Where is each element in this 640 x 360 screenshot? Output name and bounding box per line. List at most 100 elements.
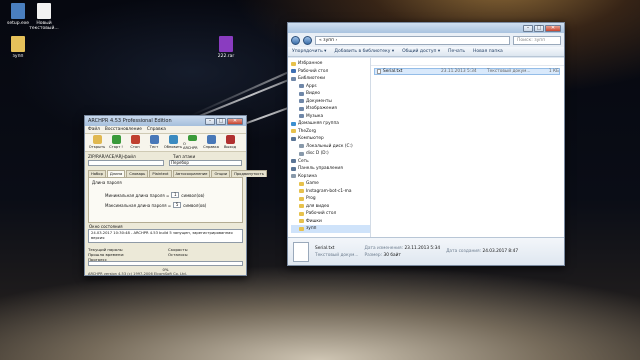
close-button[interactable]: ✕	[545, 24, 561, 32]
nav-item[interactable]: Домашняя группа	[291, 120, 370, 128]
folder-icon	[299, 219, 304, 224]
explorer-command-bar: Упорядочить ▾ Добавить в библиотеку ▾ Об…	[288, 47, 564, 57]
nav-item-label: Apps	[306, 83, 317, 89]
nav-item[interactable]: Корзина	[291, 173, 370, 181]
folder-icon	[291, 76, 296, 81]
folder-icon	[299, 204, 304, 209]
nav-item-label: для видео	[306, 203, 330, 209]
folder-icon	[299, 181, 304, 186]
nav-item[interactable]: Instagram-bot-c1-ma	[291, 188, 370, 196]
explorer-titlebar[interactable]: – □ ✕	[288, 23, 564, 33]
search-input[interactable]: Поиск: зупп	[513, 35, 561, 45]
menu-recovery[interactable]: Восстановление	[105, 127, 142, 132]
toolbar-icon	[149, 135, 159, 144]
nav-item[interactable]: зупп	[291, 225, 370, 233]
add-to-library-menu[interactable]: Добавить в библиотеку ▾	[334, 49, 394, 54]
folder-icon	[299, 144, 304, 149]
details-type: Текстовый докум...	[315, 252, 359, 258]
menu-help[interactable]: Справка	[147, 127, 166, 132]
folder-icon	[299, 196, 304, 201]
file-date: 23.11.2013 5:34	[441, 69, 477, 74]
nav-item[interactable]: Рабочий стол	[291, 68, 370, 76]
file-row[interactable]: Serial.txt 23.11.2013 5:34 Текстовый док…	[374, 68, 560, 75]
toolbar-button-label: Старт !	[109, 145, 123, 149]
toolbar-button[interactable]: Стоп	[126, 135, 144, 150]
nav-item[interactable]: TheZorg	[291, 128, 370, 136]
text-file-icon	[293, 241, 309, 262]
toolbar-button[interactable]: Справка	[202, 135, 220, 150]
toolbar-button[interactable]: Открыть	[88, 135, 106, 150]
nav-item[interactable]: disc D (D:)	[291, 150, 370, 158]
toolbar-button-label: Открыть	[88, 145, 106, 149]
close-button[interactable]: ✕	[227, 117, 243, 125]
toolbar-button[interactable]: Выход	[221, 135, 239, 150]
toolbar-button[interactable]: О ARCHPR	[183, 135, 201, 150]
maximize-button[interactable]: □	[534, 24, 544, 32]
nav-item[interactable]: Изображения	[291, 105, 370, 113]
minimize-button[interactable]: –	[523, 24, 533, 32]
new-folder-button[interactable]: Новая папка	[473, 49, 503, 54]
text-file-icon	[37, 3, 51, 19]
forward-arrow-icon[interactable]	[303, 35, 312, 45]
nav-item[interactable]: Apps	[291, 83, 370, 91]
maximize-button[interactable]: □	[216, 117, 226, 125]
desktop-icon-label: зупп	[12, 54, 24, 59]
desktop-icon-folder[interactable]: зупп	[1, 36, 35, 59]
nav-item-label: зупп	[306, 226, 317, 231]
address-bar[interactable]: « зупп ›	[315, 35, 510, 45]
folder-icon	[291, 136, 296, 141]
folder-icon	[299, 84, 304, 89]
desktop-icon-label: Новый текстовый...	[29, 21, 59, 31]
nav-item[interactable]: для видео	[291, 203, 370, 211]
nav-item-label: Музыка	[306, 113, 324, 119]
folder-icon	[299, 114, 304, 119]
tab[interactable]: Опции	[211, 170, 231, 177]
tab[interactable]: Длина	[106, 170, 126, 177]
version-footer: ARCHPR version 4.53 (c) 1997-2006 ElcomS…	[88, 272, 187, 276]
address-bar-row: « зупп › Поиск: зупп	[288, 33, 564, 47]
back-arrow-icon[interactable]	[291, 35, 300, 45]
tab[interactable]: Словарь	[126, 170, 149, 177]
nav-item-label: Game	[306, 181, 319, 186]
nav-item[interactable]: Компьютер	[291, 135, 370, 143]
nav-item[interactable]: Локальный диск (C:)	[291, 143, 370, 151]
details-modified: 23.11.2013 5:34	[404, 245, 441, 251]
menu-file[interactable]: Файл	[88, 127, 100, 132]
archpr-titlebar[interactable]: ARCHPR 4.53 Professional Edition – □ ✕	[85, 116, 246, 126]
attack-type-select[interactable]: Перебор	[169, 160, 242, 166]
archive-file-input[interactable]	[88, 160, 164, 166]
max-length-input[interactable]: 5	[173, 202, 182, 208]
print-button[interactable]: Печать	[448, 49, 465, 54]
nav-item[interactable]: Сеть	[291, 158, 370, 166]
stat-label-right: Осталось:	[168, 252, 189, 257]
archpr-title: ARCHPR 4.53 Professional Edition	[88, 118, 172, 124]
toolbar-button[interactable]: Тест	[145, 135, 163, 150]
tab[interactable]: Автосохранение	[172, 170, 211, 177]
minimize-button[interactable]: –	[205, 117, 215, 125]
tab[interactable]: Продвинутость	[231, 170, 267, 177]
tab[interactable]: Plaintext	[149, 170, 172, 177]
nav-item[interactable]: Избранное	[291, 60, 370, 68]
share-menu[interactable]: Общий доступ ▾	[402, 49, 440, 54]
toolbar-button[interactable]: Старт !	[107, 135, 125, 150]
desktop-icon-rar[interactable]: 222.rar	[209, 36, 243, 59]
min-length-input[interactable]: 1	[171, 192, 180, 198]
nav-item[interactable]: Документы	[291, 98, 370, 106]
toolbar-icon	[168, 135, 178, 144]
nav-item[interactable]: Библиотеки	[291, 75, 370, 83]
nav-item-label: Избранное	[298, 61, 323, 66]
tab[interactable]: Набор	[88, 170, 106, 177]
nav-item[interactable]: Game	[291, 180, 370, 188]
nav-item[interactable]: Видео	[291, 90, 370, 98]
nav-item[interactable]: Prog	[291, 195, 370, 203]
progress-bar	[88, 261, 243, 266]
desktop-icon-new-text[interactable]: Новый текстовый...	[27, 3, 61, 31]
nav-item[interactable]: Панель управления	[291, 165, 370, 173]
folder-icon	[299, 91, 304, 96]
archpr-tabs: Набор Длина Словарь Plaintext Автосохранение…	[88, 170, 267, 177]
nav-item[interactable]: Музыка	[291, 113, 370, 121]
nav-item[interactable]: Фишки	[291, 218, 370, 226]
toolbar-button[interactable]: Обновить	[164, 135, 182, 150]
nav-item[interactable]: Рабочий стол	[291, 210, 370, 218]
organize-menu[interactable]: Упорядочить ▾	[292, 49, 326, 54]
